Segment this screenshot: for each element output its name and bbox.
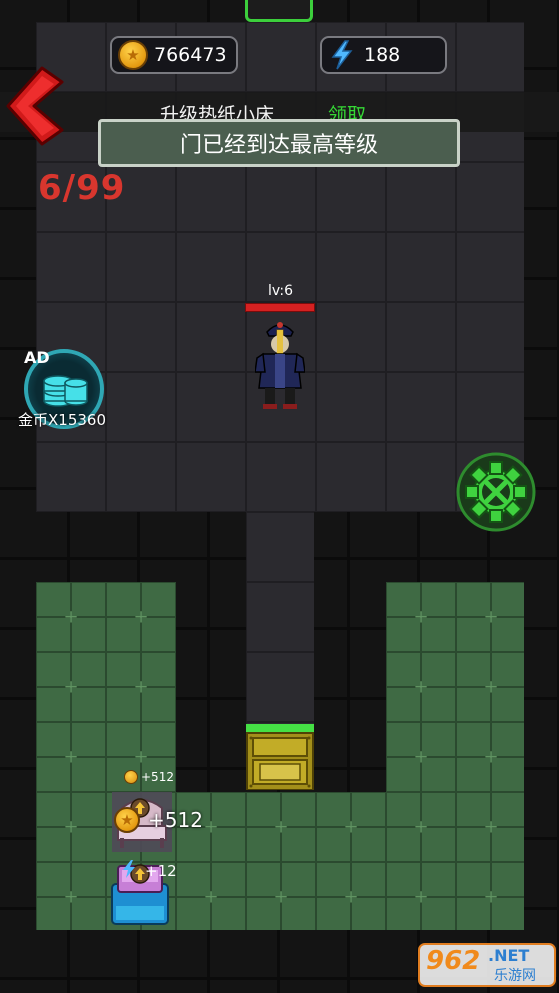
ad-reward-label: 金币X15360 <box>18 411 106 429</box>
coin-income-popup: +512 <box>124 770 174 784</box>
watermark-suffix: .NET <box>488 946 530 965</box>
lightning-icon <box>122 860 136 882</box>
lightning-icon <box>328 40 356 70</box>
upgrade-tools-button[interactable] <box>456 452 536 532</box>
energy-income-popup: +12 <box>122 860 177 882</box>
energy-counter: 188 <box>320 36 447 74</box>
build-zone-bottom[interactable]: + + + + + + <box>176 792 386 930</box>
back-button[interactable] <box>4 64 66 148</box>
coin-amount: 766473 <box>154 44 227 66</box>
coin-counter: 766473 <box>110 36 238 74</box>
bed-coin-income: +512 <box>148 808 203 832</box>
build-zone-right[interactable]: + + + + + + + + + + <box>386 582 524 930</box>
watermark-site: 乐游网 <box>494 968 536 984</box>
enemy-health-bar <box>245 303 315 312</box>
gear-wrench-icon <box>456 452 536 532</box>
max-level-toast: 门已经到达最高等级 <box>98 119 460 167</box>
jiangshi-enemy[interactable] <box>254 318 306 410</box>
gold-coin-icon <box>114 807 140 833</box>
site-watermark: 962 .NET 乐游网 <box>418 942 556 988</box>
wave-counter: 6/99 <box>38 168 126 208</box>
top-door-frame <box>245 0 313 22</box>
gold-coin-icon <box>124 770 138 784</box>
energy-amount: 188 <box>364 44 401 66</box>
corridor <box>246 512 314 724</box>
chevron-left-icon <box>6 66 64 146</box>
gold-door[interactable] <box>246 724 314 791</box>
ad-badge: AD <box>24 348 50 367</box>
gold-coin-icon <box>118 40 148 70</box>
coin-income-small: +512 <box>141 770 174 784</box>
enemy-level: lv:6 <box>268 283 294 299</box>
energy-income: +12 <box>145 862 177 880</box>
watermark-brand: 962 <box>426 946 481 976</box>
